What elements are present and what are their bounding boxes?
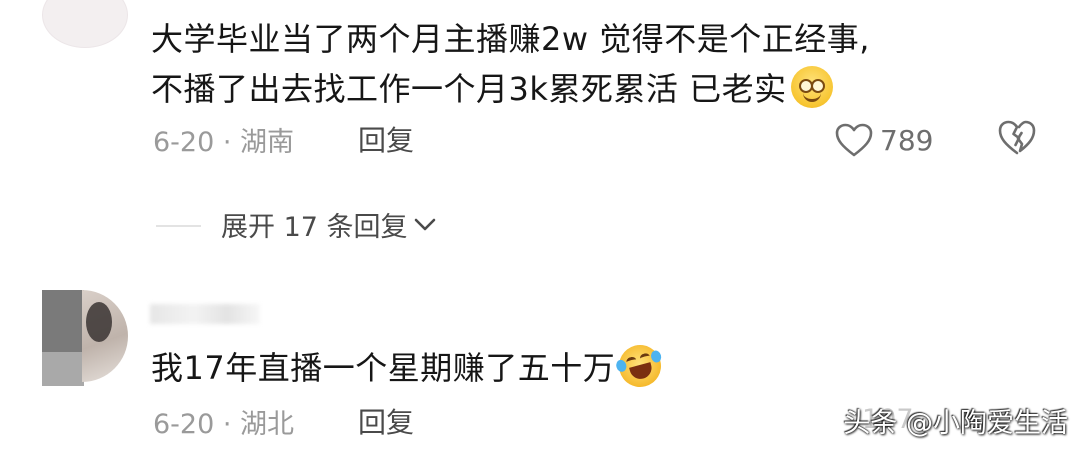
- like-button[interactable]: 789: [834, 120, 933, 160]
- grin-emoji-icon: [790, 66, 833, 108]
- expand-divider: [156, 225, 201, 227]
- expand-replies-button[interactable]: 展开 17 条回复: [221, 205, 436, 244]
- watermark: 头条 @小陶爱生活: [843, 408, 1068, 439]
- expand-replies-label: 展开 17 条回复: [221, 212, 408, 243]
- laughing-tears-emoji-icon: [614, 340, 666, 392]
- reply-button[interactable]: 回复: [358, 119, 414, 159]
- username-blurred: [150, 304, 260, 324]
- comment-feed: 大学毕业当了两个月主播赚2w 觉得不是个正经事, 不播了出去找工作一个月3k累死…: [0, 0, 1080, 454]
- comment-meta: 6-20 · 湖北: [153, 402, 294, 441]
- separator-dot: ·: [214, 127, 241, 158]
- avatar[interactable]: [42, 290, 128, 386]
- comment-text: 我17年直播一个星期赚了五十万: [151, 340, 666, 393]
- chevron-down-icon: [414, 218, 435, 230]
- heart-icon: [835, 123, 873, 157]
- comment-line: 不播了出去找工作一个月3k累死累活 已老实: [151, 64, 1031, 114]
- comment-text: 大学毕业当了两个月主播赚2w 觉得不是个正经事, 不播了出去找工作一个月3k累死…: [151, 14, 1031, 114]
- reply-button[interactable]: 回复: [358, 401, 414, 441]
- broken-heart-icon: [998, 120, 1036, 155]
- comment-location: 湖北: [240, 409, 295, 440]
- comment-meta: 6-20 · 湖南: [153, 120, 294, 159]
- comment-date: 6-20: [153, 409, 215, 440]
- dislike-button[interactable]: [996, 118, 1038, 160]
- avatar[interactable]: [42, 0, 128, 48]
- separator-dot: ·: [214, 409, 241, 440]
- comment-line: 大学毕业当了两个月主播赚2w 觉得不是个正经事,: [151, 20, 870, 58]
- comment-location: 湖南: [240, 127, 295, 158]
- comment-date: 6-20: [153, 127, 215, 158]
- like-count: 789: [880, 123, 934, 157]
